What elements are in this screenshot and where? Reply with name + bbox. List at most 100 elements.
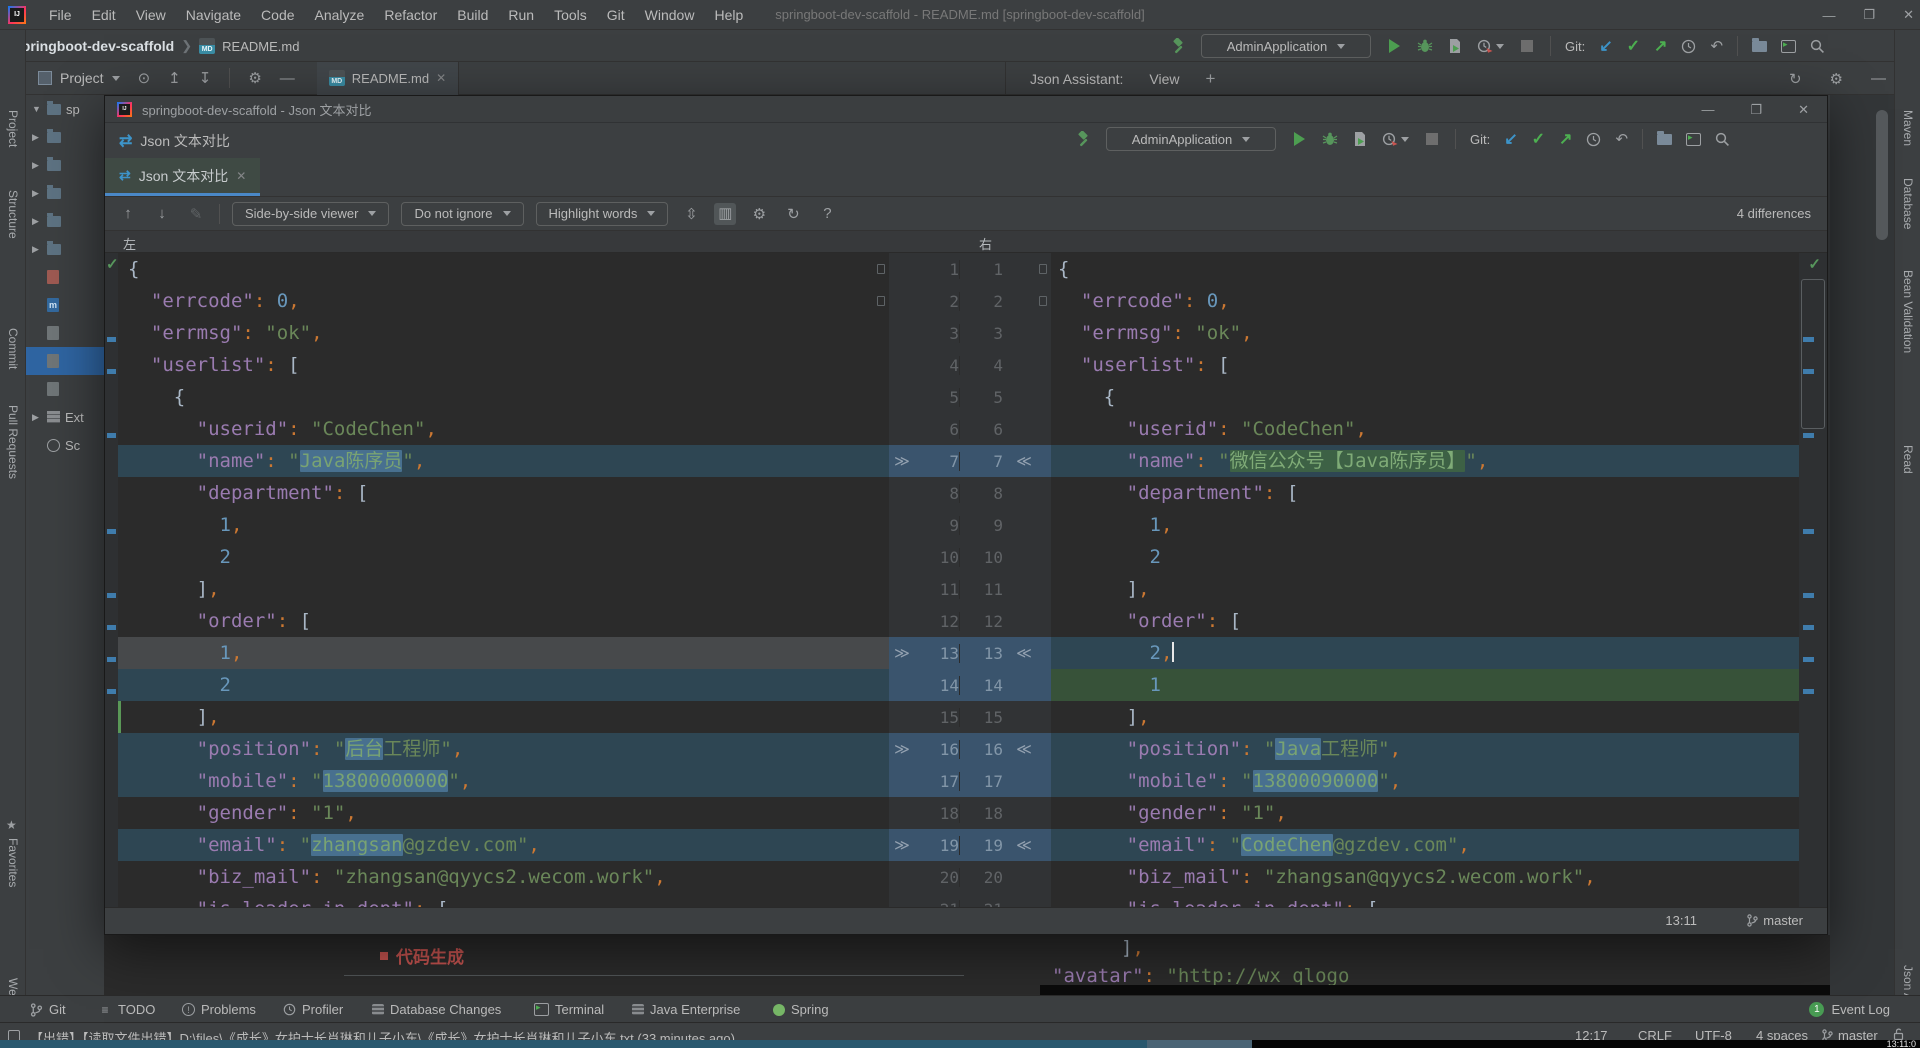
dialog-close-button[interactable]: ✕ xyxy=(1798,102,1809,118)
collapse-all-icon[interactable]: ↧ xyxy=(199,69,212,87)
project-view-selector[interactable]: Project xyxy=(60,70,104,86)
diff-map-mark[interactable] xyxy=(107,593,116,598)
menu-code[interactable]: Code xyxy=(252,4,303,26)
chevron-right-icon[interactable]: ▶ xyxy=(32,412,42,423)
tab-close-icon[interactable]: ✕ xyxy=(236,169,246,183)
right-error-stripe[interactable] xyxy=(1799,253,1827,909)
chevron-right-icon[interactable]: ▶ xyxy=(32,216,42,227)
menu-edit[interactable]: Edit xyxy=(83,4,125,26)
viewer-mode-dropdown[interactable]: Side-by-side viewer xyxy=(232,202,389,226)
gear-icon[interactable]: ⚙ xyxy=(1830,70,1843,88)
diff-map-mark[interactable] xyxy=(1803,433,1814,438)
git-commit-button[interactable]: ✓ xyxy=(1532,129,1545,149)
scrollbar-thumb[interactable] xyxy=(1801,279,1825,429)
git-update-button[interactable]: ↙ xyxy=(1504,129,1517,149)
edit-icon[interactable]: ✎ xyxy=(185,205,207,223)
tree-row[interactable]: m xyxy=(26,291,104,319)
diff-map-mark[interactable] xyxy=(1803,657,1814,662)
window-minimize-button[interactable]: — xyxy=(1822,8,1835,23)
tree-row[interactable] xyxy=(26,375,104,403)
stripe-favorites[interactable]: Favorites xyxy=(6,838,20,887)
locate-file-icon[interactable]: ⊙ xyxy=(138,69,151,87)
apply-left-icon[interactable]: ≪ xyxy=(1007,452,1041,470)
toolwindow-button-database-changes[interactable]: Database Changes xyxy=(372,996,501,1023)
left-error-stripe[interactable] xyxy=(105,253,118,909)
menu-tools[interactable]: Tools xyxy=(545,4,596,26)
dialog-minimize-button[interactable]: — xyxy=(1701,102,1714,117)
hide-panel-icon[interactable]: — xyxy=(280,70,295,87)
tree-row[interactable]: ▶ xyxy=(26,151,104,179)
window-maximize-button[interactable]: ❐ xyxy=(1863,7,1875,23)
menu-analyze[interactable]: Analyze xyxy=(306,4,374,26)
diff-map-mark[interactable] xyxy=(1803,529,1814,534)
previous-difference-icon[interactable]: ↑ xyxy=(117,205,139,222)
search-everywhere-icon[interactable] xyxy=(1715,132,1730,147)
tree-row[interactable] xyxy=(26,263,104,291)
tree-row[interactable]: ▶ xyxy=(26,179,104,207)
editor-scrollbar[interactable] xyxy=(1876,110,1888,240)
caret-position[interactable]: 13:11 xyxy=(1665,913,1697,928)
apply-right-icon[interactable]: ≫ xyxy=(889,644,915,662)
stripe-database[interactable]: Database xyxy=(1901,178,1915,229)
profiler-button[interactable] xyxy=(1477,38,1504,54)
fold-marker-icon[interactable] xyxy=(1039,264,1047,274)
diff-map-mark[interactable] xyxy=(107,657,116,662)
apply-left-icon[interactable]: ≪ xyxy=(1007,836,1041,854)
toolwindow-button-git[interactable]: Git xyxy=(30,996,66,1023)
stripe-maven[interactable]: Maven xyxy=(1901,110,1915,146)
run-configuration-select[interactable]: AdminApplication xyxy=(1201,34,1371,58)
stop-button[interactable] xyxy=(1518,37,1536,55)
diff-right-editor[interactable]: { "errcode": 0, "errmsg": "ok", "userlis… xyxy=(1051,253,1799,909)
fold-marker-icon[interactable] xyxy=(877,296,885,306)
search-everywhere-icon[interactable] xyxy=(1810,39,1825,54)
toolwindow-button-terminal[interactable]: Terminal xyxy=(534,996,604,1023)
tree-row[interactable]: ▶ xyxy=(26,235,104,263)
diff-map-mark[interactable] xyxy=(107,433,116,438)
tree-row[interactable]: ▶ xyxy=(26,123,104,151)
diff-settings-gear-icon[interactable]: ⚙ xyxy=(748,205,770,223)
apply-left-icon[interactable]: ≪ xyxy=(1007,740,1041,758)
run-button[interactable] xyxy=(1385,37,1403,55)
debug-button[interactable] xyxy=(1322,131,1338,147)
toolwindow-button-spring[interactable]: Spring xyxy=(773,996,829,1023)
rollback-button[interactable]: ↶ xyxy=(1615,130,1628,148)
run-configuration-select[interactable]: AdminApplication xyxy=(1106,127,1276,151)
project-view-dropdown-icon[interactable] xyxy=(112,76,120,81)
stripe-project[interactable]: Project xyxy=(6,110,20,147)
diff-map-mark[interactable] xyxy=(1803,689,1814,694)
event-log-button[interactable]: 1 Event Log xyxy=(1809,996,1890,1023)
diff-map-mark[interactable] xyxy=(1803,593,1814,598)
git-commit-button[interactable]: ✓ xyxy=(1627,36,1640,56)
editor-tab-readme[interactable]: MD README.md ✕ xyxy=(317,62,459,95)
run-with-coverage-button[interactable] xyxy=(1352,131,1368,147)
stripe-bean-validation[interactable]: Bean Validation xyxy=(1901,270,1915,353)
menu-window[interactable]: Window xyxy=(636,4,704,26)
apply-right-icon[interactable]: ≫ xyxy=(889,452,915,470)
history-button[interactable] xyxy=(1681,39,1696,54)
menu-help[interactable]: Help xyxy=(705,4,752,26)
synchronize-scrolling-icon[interactable]: ▥ xyxy=(714,203,736,225)
toolwindow-button-todo[interactable]: ≡TODO xyxy=(98,996,155,1023)
git-update-button[interactable]: ↙ xyxy=(1599,36,1612,56)
chevron-right-icon[interactable]: ▶ xyxy=(32,160,42,171)
run-button[interactable] xyxy=(1290,130,1308,148)
json-assistant-view-menu[interactable]: View xyxy=(1149,71,1179,87)
chevron-right-icon[interactable]: ▶ xyxy=(32,244,42,255)
menu-refactor[interactable]: Refactor xyxy=(375,4,446,26)
tab-json-diff[interactable]: ⇄ Json 文本对比 ✕ xyxy=(105,158,260,196)
highlight-policy-dropdown[interactable]: Highlight words xyxy=(536,202,669,226)
menu-build[interactable]: Build xyxy=(448,4,497,26)
json-assistant-add-button[interactable]: + xyxy=(1205,69,1215,89)
tree-row[interactable]: ▼sp xyxy=(26,95,104,123)
diff-map-mark[interactable] xyxy=(107,529,116,534)
stripe-pull-requests[interactable]: Pull Requests xyxy=(6,405,20,479)
fold-marker-icon[interactable] xyxy=(877,264,885,274)
menu-navigate[interactable]: Navigate xyxy=(177,4,250,26)
stripe-structure[interactable]: Structure xyxy=(6,190,20,239)
tree-row[interactable]: ▶Ext xyxy=(26,403,104,431)
chevron-right-icon[interactable]: ▶ xyxy=(32,132,42,143)
terminal-window-icon[interactable] xyxy=(1781,40,1796,53)
apply-right-icon[interactable]: ≫ xyxy=(889,740,915,758)
diff-map-mark[interactable] xyxy=(107,625,116,630)
breadcrumb-file[interactable]: README.md xyxy=(222,39,299,54)
